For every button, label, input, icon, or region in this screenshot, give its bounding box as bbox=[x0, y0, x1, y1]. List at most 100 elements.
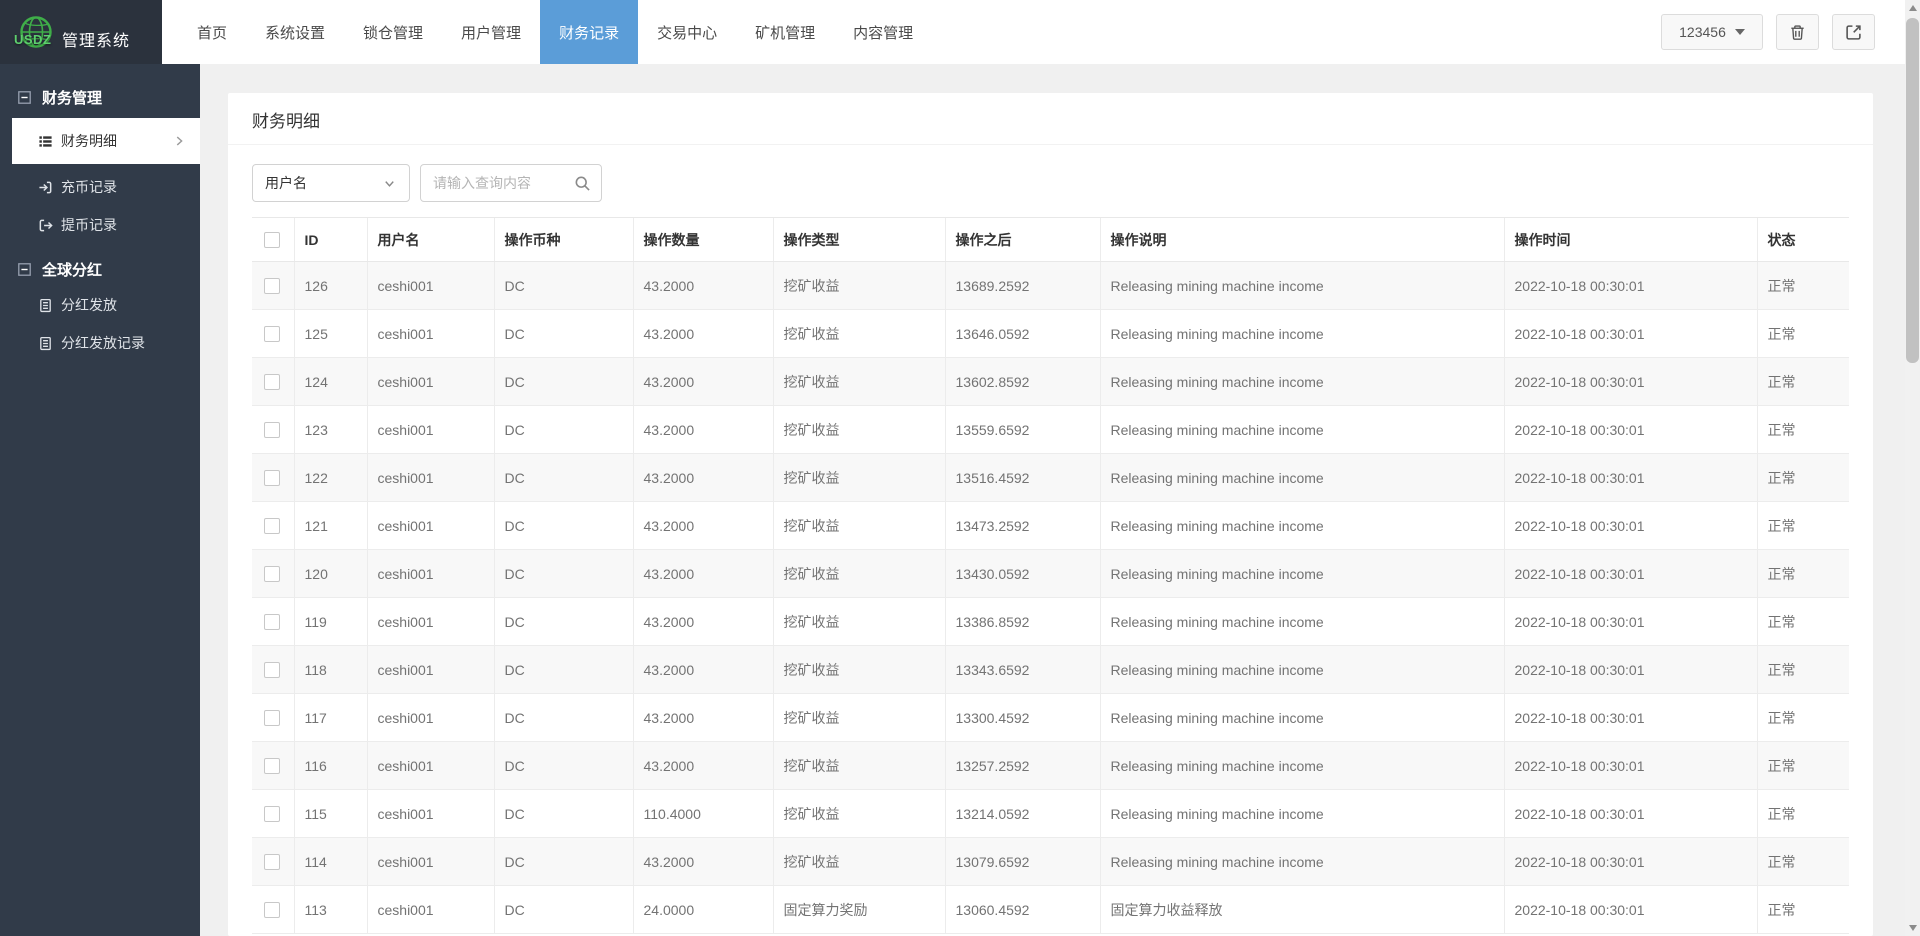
row-checkbox[interactable] bbox=[264, 422, 280, 438]
globe-icon: USDZ bbox=[18, 10, 58, 54]
nav-item[interactable]: 锁仓管理 bbox=[344, 0, 442, 64]
cell-amount: 43.2000 bbox=[633, 502, 773, 550]
row-checkbox[interactable] bbox=[264, 854, 280, 870]
row-checkbox[interactable] bbox=[264, 710, 280, 726]
sidebar-item[interactable]: 充币记录 bbox=[0, 168, 200, 206]
cell-coin: DC bbox=[494, 550, 633, 598]
row-checkbox[interactable] bbox=[264, 566, 280, 582]
cell-type: 挖矿收益 bbox=[773, 694, 945, 742]
select-all-checkbox[interactable] bbox=[264, 232, 280, 248]
cell-id: 115 bbox=[294, 790, 367, 838]
sidebar-item[interactable]: 财务明细 bbox=[12, 118, 200, 164]
row-checkbox[interactable] bbox=[264, 326, 280, 342]
cell-amount: 43.2000 bbox=[633, 646, 773, 694]
trash-button[interactable] bbox=[1776, 14, 1819, 50]
page-scrollbar bbox=[1905, 0, 1920, 936]
row-checkbox[interactable] bbox=[264, 806, 280, 822]
cell-coin: DC bbox=[494, 694, 633, 742]
search-input[interactable] bbox=[433, 175, 568, 191]
row-checkbox[interactable] bbox=[264, 662, 280, 678]
cell-time: 2022-10-18 00:30:01 bbox=[1504, 454, 1757, 502]
row-checkbox[interactable] bbox=[264, 614, 280, 630]
table-row: 114ceshi001DC43.2000挖矿收益13079.6592Releas… bbox=[252, 838, 1849, 886]
cell-amount: 43.2000 bbox=[633, 694, 773, 742]
cell-username: ceshi001 bbox=[367, 694, 494, 742]
row-checkbox[interactable] bbox=[264, 518, 280, 534]
cell-username: ceshi001 bbox=[367, 310, 494, 358]
scroll-up-arrow-icon[interactable] bbox=[1905, 0, 1920, 16]
row-checkbox[interactable] bbox=[264, 374, 280, 390]
document-icon bbox=[38, 298, 53, 313]
search-icon[interactable] bbox=[574, 175, 591, 192]
cell-desc: Releasing mining machine income bbox=[1100, 358, 1504, 406]
table-body: 126ceshi001DC43.2000挖矿收益13689.2592Releas… bbox=[252, 262, 1849, 934]
cell-username: ceshi001 bbox=[367, 550, 494, 598]
sidebar-item[interactable]: 提币记录 bbox=[0, 206, 200, 244]
column-header: 状态 bbox=[1757, 218, 1849, 262]
cell-coin: DC bbox=[494, 502, 633, 550]
cell-desc: Releasing mining machine income bbox=[1100, 694, 1504, 742]
cell-id: 119 bbox=[294, 598, 367, 646]
nav-item[interactable]: 矿机管理 bbox=[736, 0, 834, 64]
cell-after: 13060.4592 bbox=[945, 886, 1100, 934]
trash-icon bbox=[1789, 24, 1806, 41]
nav-item[interactable]: 交易中心 bbox=[638, 0, 736, 64]
caret-down-icon bbox=[1735, 29, 1745, 35]
cell-amount: 43.2000 bbox=[633, 598, 773, 646]
nav-item[interactable]: 系统设置 bbox=[246, 0, 344, 64]
sidebar-item[interactable]: 分红发放 bbox=[0, 286, 200, 324]
cell-type: 挖矿收益 bbox=[773, 838, 945, 886]
nav-item[interactable]: 用户管理 bbox=[442, 0, 540, 64]
row-checkbox[interactable] bbox=[264, 278, 280, 294]
sidebar: 财务管理财务明细充币记录提币记录全球分红分红发放分红发放记录 bbox=[0, 64, 200, 936]
cell-time: 2022-10-18 00:30:01 bbox=[1504, 694, 1757, 742]
scrollbar-thumb[interactable] bbox=[1906, 18, 1919, 363]
page-title: 财务明细 bbox=[228, 93, 1873, 145]
cell-coin: DC bbox=[494, 886, 633, 934]
table-row: 120ceshi001DC43.2000挖矿收益13430.0592Releas… bbox=[252, 550, 1849, 598]
cell-after: 13602.8592 bbox=[945, 358, 1100, 406]
row-checkbox[interactable] bbox=[264, 470, 280, 486]
cell-type: 挖矿收益 bbox=[773, 550, 945, 598]
cell-username: ceshi001 bbox=[367, 886, 494, 934]
cell-coin: DC bbox=[494, 262, 633, 310]
cell-time: 2022-10-18 00:30:01 bbox=[1504, 406, 1757, 454]
list-icon bbox=[38, 134, 53, 149]
cell-time: 2022-10-18 00:30:01 bbox=[1504, 790, 1757, 838]
nav-item[interactable]: 财务记录 bbox=[540, 0, 638, 64]
header-actions: 123456 bbox=[1661, 0, 1905, 64]
cell-time: 2022-10-18 00:30:01 bbox=[1504, 358, 1757, 406]
sidebar-section-header[interactable]: 全球分红 bbox=[0, 252, 200, 286]
cell-after: 13257.2592 bbox=[945, 742, 1100, 790]
cell-amount: 43.2000 bbox=[633, 742, 773, 790]
cell-status: 正常 bbox=[1757, 694, 1849, 742]
export-button[interactable] bbox=[1832, 14, 1875, 50]
cell-id: 121 bbox=[294, 502, 367, 550]
nav-item[interactable]: 内容管理 bbox=[834, 0, 932, 64]
content-area: 财务明细 用户名 ID用户名操作币种操作数量操作类型操作之后操作说明操作时间状态 bbox=[200, 64, 1905, 936]
scroll-down-arrow-icon[interactable] bbox=[1905, 920, 1920, 936]
cell-time: 2022-10-18 00:30:01 bbox=[1504, 838, 1757, 886]
nav-item[interactable]: 首页 bbox=[178, 0, 246, 64]
user-dropdown[interactable]: 123456 bbox=[1661, 14, 1763, 50]
cell-coin: DC bbox=[494, 790, 633, 838]
column-header: 用户名 bbox=[367, 218, 494, 262]
cell-status: 正常 bbox=[1757, 838, 1849, 886]
sidebar-section-header[interactable]: 财务管理 bbox=[0, 80, 200, 114]
row-checkbox[interactable] bbox=[264, 758, 280, 774]
row-checkbox[interactable] bbox=[264, 902, 280, 918]
filter-select[interactable]: 用户名 bbox=[252, 164, 410, 202]
cell-coin: DC bbox=[494, 454, 633, 502]
sidebar-item[interactable]: 分红发放记录 bbox=[0, 324, 200, 362]
table-row: 119ceshi001DC43.2000挖矿收益13386.8592Releas… bbox=[252, 598, 1849, 646]
content-card: 财务明细 用户名 ID用户名操作币种操作数量操作类型操作之后操作说明操作时间状态 bbox=[228, 93, 1873, 936]
cell-status: 正常 bbox=[1757, 598, 1849, 646]
cell-status: 正常 bbox=[1757, 646, 1849, 694]
table-row: 115ceshi001DC110.4000挖矿收益13214.0592Relea… bbox=[252, 790, 1849, 838]
column-header: 操作时间 bbox=[1504, 218, 1757, 262]
cell-amount: 43.2000 bbox=[633, 262, 773, 310]
table-row: 121ceshi001DC43.2000挖矿收益13473.2592Releas… bbox=[252, 502, 1849, 550]
cell-username: ceshi001 bbox=[367, 262, 494, 310]
cell-status: 正常 bbox=[1757, 550, 1849, 598]
sidebar-item-label: 分红发放 bbox=[61, 295, 117, 315]
